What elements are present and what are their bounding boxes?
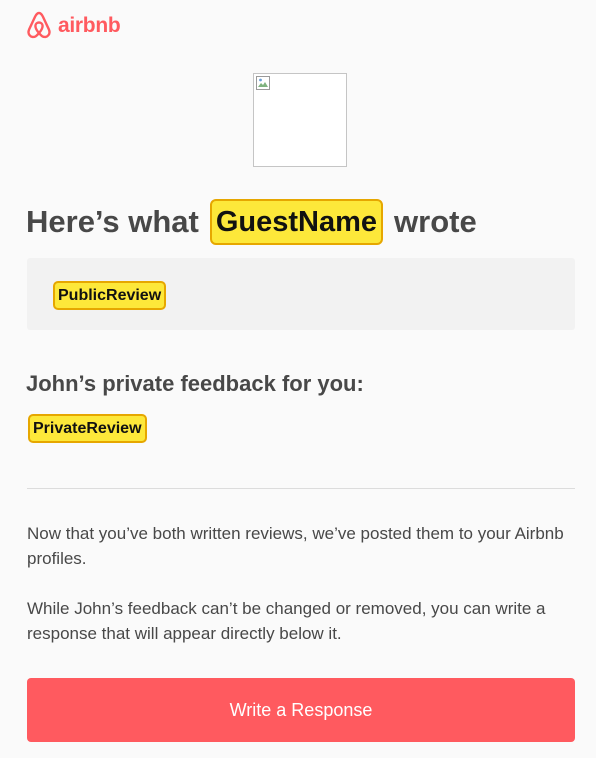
response-info-text: While John’s feedback can’t be changed o… [27, 599, 546, 643]
write-response-button[interactable]: Write a Response [27, 678, 575, 742]
reviews-posted-text: Now that you’ve both written reviews, we… [27, 524, 564, 568]
divider [27, 488, 575, 489]
public-review-box: PublicReview [27, 258, 575, 330]
guest-name-token: GuestName [209, 199, 384, 245]
private-review-token: PrivateReview [28, 414, 147, 443]
host-avatar-image [253, 73, 347, 167]
airbnb-belo-icon[interactable] [26, 11, 52, 41]
broken-image-icon [256, 76, 270, 90]
airbnb-wordmark[interactable]: airbnb [58, 14, 121, 38]
title-prefix: Here’s what [26, 204, 199, 239]
header: airbnb [26, 10, 121, 42]
page-title: Here’s what GuestName wrote [26, 196, 477, 248]
title-suffix: wrote [394, 204, 477, 239]
public-review-token: PublicReview [53, 281, 167, 310]
private-feedback-title: John’s private feedback for you: [26, 371, 364, 396]
email-page: airbnb Here’s what GuestName wrote Publi… [0, 0, 596, 758]
